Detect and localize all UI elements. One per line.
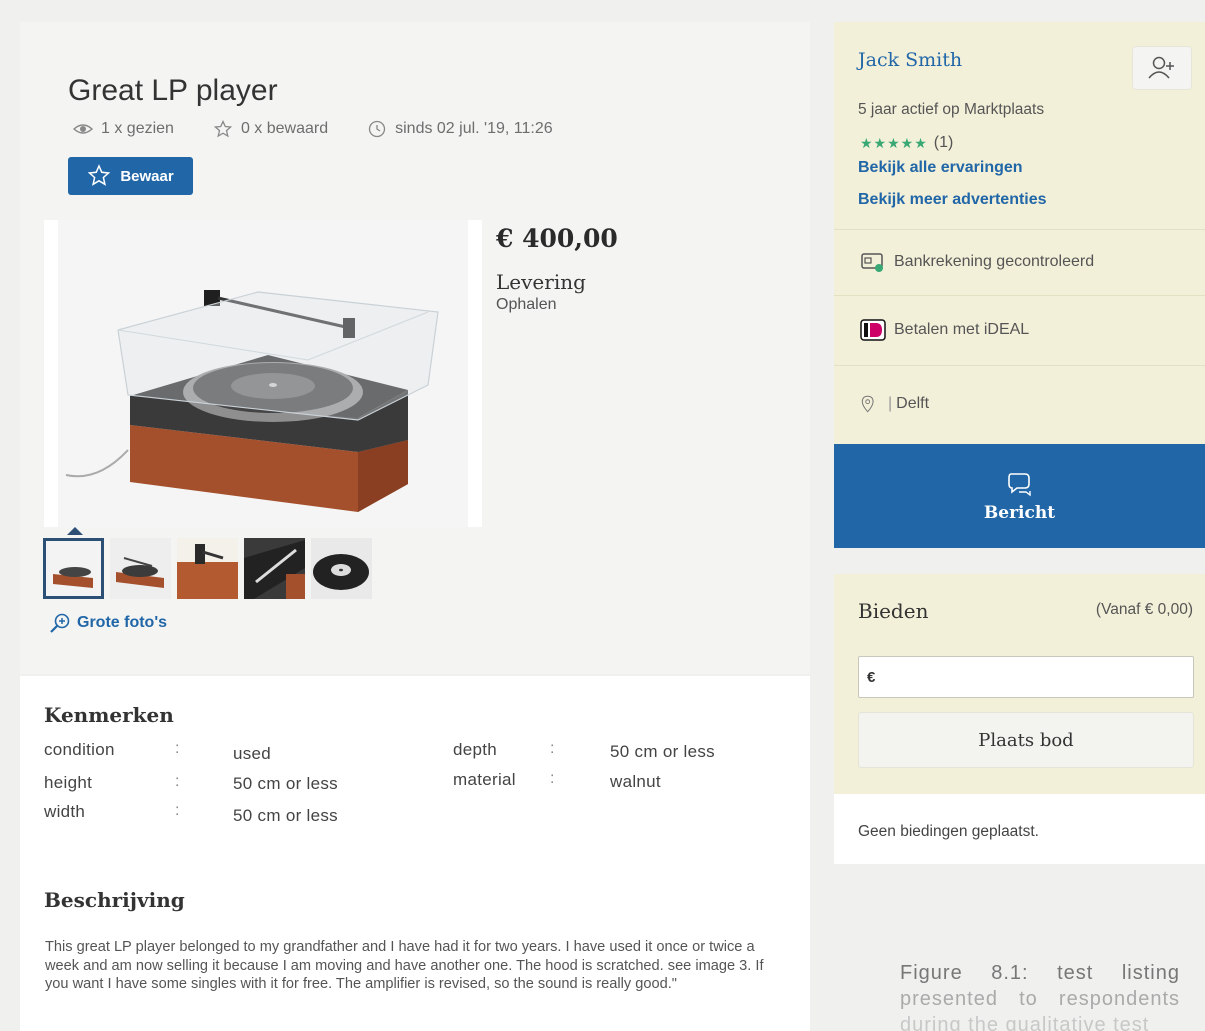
- zoom-in-icon: [50, 613, 70, 633]
- location-separator: |: [888, 395, 893, 412]
- feature-value: 50 cm or less: [610, 742, 715, 761]
- thumbnail-strip: [43, 538, 372, 599]
- message-button-label: Bericht: [983, 503, 1056, 523]
- delivery-label: Levering: [496, 270, 586, 294]
- location-text: Delft: [896, 395, 930, 412]
- star-outline-icon: [88, 164, 111, 186]
- save-button[interactable]: Bewaar: [68, 157, 193, 195]
- ideal-text: Betalen met iDEAL: [894, 321, 1030, 338]
- divider: [834, 229, 1205, 230]
- posted-date-text: sinds 02 jul. '19, 11:26: [395, 120, 553, 137]
- divider: [834, 365, 1205, 366]
- large-photos-label: Grote foto's: [77, 614, 168, 631]
- price: € 400,00: [496, 224, 618, 253]
- views-counter: 1 x gezien: [72, 120, 174, 138]
- feature-separator: :: [175, 802, 180, 819]
- bank-verified-text: Bankrekening gecontroleerd: [894, 253, 1095, 270]
- active-photo-indicator: [67, 527, 83, 535]
- thumbnail-image: [110, 538, 171, 599]
- listing-title: Great LP player: [68, 74, 278, 107]
- feature-value: walnut: [610, 772, 661, 791]
- bids-list: Geen biedingen geplaatst.: [834, 794, 1205, 864]
- bank-verified: Bankrekening gecontroleerd: [860, 250, 1094, 274]
- ideal-payment: Betalen met iDEAL: [860, 318, 1029, 342]
- feature-separator: :: [175, 740, 180, 757]
- active-since: 5 jaar actief op Marktplaats: [858, 101, 1045, 118]
- place-bid-button[interactable]: Plaats bod: [858, 712, 1194, 768]
- seller-location: | Delft: [860, 392, 929, 416]
- saves-counter: 0 x bewaard: [212, 120, 328, 138]
- feature-separator: :: [550, 740, 555, 757]
- feature-label: condition: [44, 740, 115, 759]
- saves-text: 0 x bewaard: [240, 120, 329, 137]
- posted-date: sinds 02 jul. '19, 11:26: [366, 120, 553, 138]
- thumbnail-image: [244, 538, 305, 599]
- review-count: (1): [933, 134, 954, 151]
- add-contact-button[interactable]: [1132, 46, 1192, 90]
- currency-symbol: €: [867, 668, 876, 686]
- bid-card: Bieden (Vanaf € 0,00) € Plaats bod: [834, 574, 1205, 794]
- bid-title: Bieden: [858, 599, 929, 623]
- all-reviews-link[interactable]: Bekijk alle ervaringen: [858, 159, 1023, 177]
- caption-line: during the qualitative test: [900, 1014, 1150, 1031]
- thumbnail-2[interactable]: [110, 538, 171, 599]
- feature-label: width: [44, 802, 86, 821]
- description-text: This great LP player belonged to my gran…: [20, 926, 810, 1031]
- main-photo[interactable]: [58, 220, 468, 527]
- feature-label: height: [44, 773, 93, 792]
- star-outline-icon: [213, 120, 233, 138]
- feature-value: used: [233, 744, 272, 763]
- location-pin-icon: [861, 395, 874, 413]
- thumbnail-3[interactable]: [177, 538, 238, 599]
- features-title: Kenmerken: [44, 703, 174, 727]
- divider: [834, 295, 1205, 296]
- feature-value: 50 cm or less: [233, 774, 338, 793]
- bank-card-check-icon: [861, 253, 883, 272]
- views-text: 1 x gezien: [101, 120, 174, 137]
- listing-card: Great LP player 1 x gezien 0 x bewaard s…: [20, 22, 810, 674]
- bid-field[interactable]: €: [858, 656, 1194, 698]
- listing-meta: 1 x gezien 0 x bewaard sinds 02 jul. '19…: [72, 120, 553, 138]
- feature-value: 50 cm or less: [233, 806, 338, 825]
- delivery-value: Ophalen: [496, 296, 557, 313]
- ideal-icon: [860, 319, 886, 341]
- features-section: Kenmerken condition : used height : 50 c…: [20, 676, 810, 928]
- clock-icon: [368, 120, 386, 138]
- description-title: Beschrijving: [44, 888, 185, 912]
- feature-label: material: [453, 770, 516, 789]
- bid-minimum: (Vanaf € 0,00): [1095, 601, 1193, 618]
- seller-rating: ★★★★★ (1): [860, 134, 953, 152]
- eye-icon: [72, 124, 94, 134]
- seller-name[interactable]: Jack Smith: [858, 49, 962, 71]
- large-photos-link[interactable]: Grote foto's: [49, 612, 167, 634]
- main-photo-frame: [44, 220, 482, 527]
- feature-separator: :: [175, 773, 180, 790]
- thumbnail-image: [311, 538, 372, 599]
- chat-bubbles-icon: [1007, 473, 1031, 497]
- thumbnail-5[interactable]: [311, 538, 372, 599]
- bid-input[interactable]: [875, 657, 1193, 697]
- more-ads-link[interactable]: Bekijk meer advertenties: [858, 191, 1047, 209]
- feature-separator: :: [550, 770, 555, 787]
- thumbnail-1[interactable]: [43, 538, 104, 599]
- thumbnail-image: [177, 538, 238, 599]
- no-bids-text: Geen biedingen geplaatst.: [858, 823, 1039, 840]
- add-user-icon: [1148, 56, 1174, 79]
- rating-stars: ★★★★★: [860, 134, 928, 151]
- caption-line: presented to respondents: [900, 988, 1180, 1010]
- save-button-label: Bewaar: [120, 167, 174, 185]
- seller-card: Jack Smith 5 jaar actief op Marktplaats …: [834, 22, 1205, 548]
- figure-caption: Figure 8.1: test listing presented to re…: [900, 960, 1180, 1031]
- caption-line: Figure 8.1: test listing: [900, 962, 1180, 984]
- thumbnail-4[interactable]: [244, 538, 305, 599]
- thumbnail-image: [43, 538, 104, 599]
- feature-label: depth: [453, 740, 498, 759]
- message-button[interactable]: Bericht: [834, 444, 1205, 548]
